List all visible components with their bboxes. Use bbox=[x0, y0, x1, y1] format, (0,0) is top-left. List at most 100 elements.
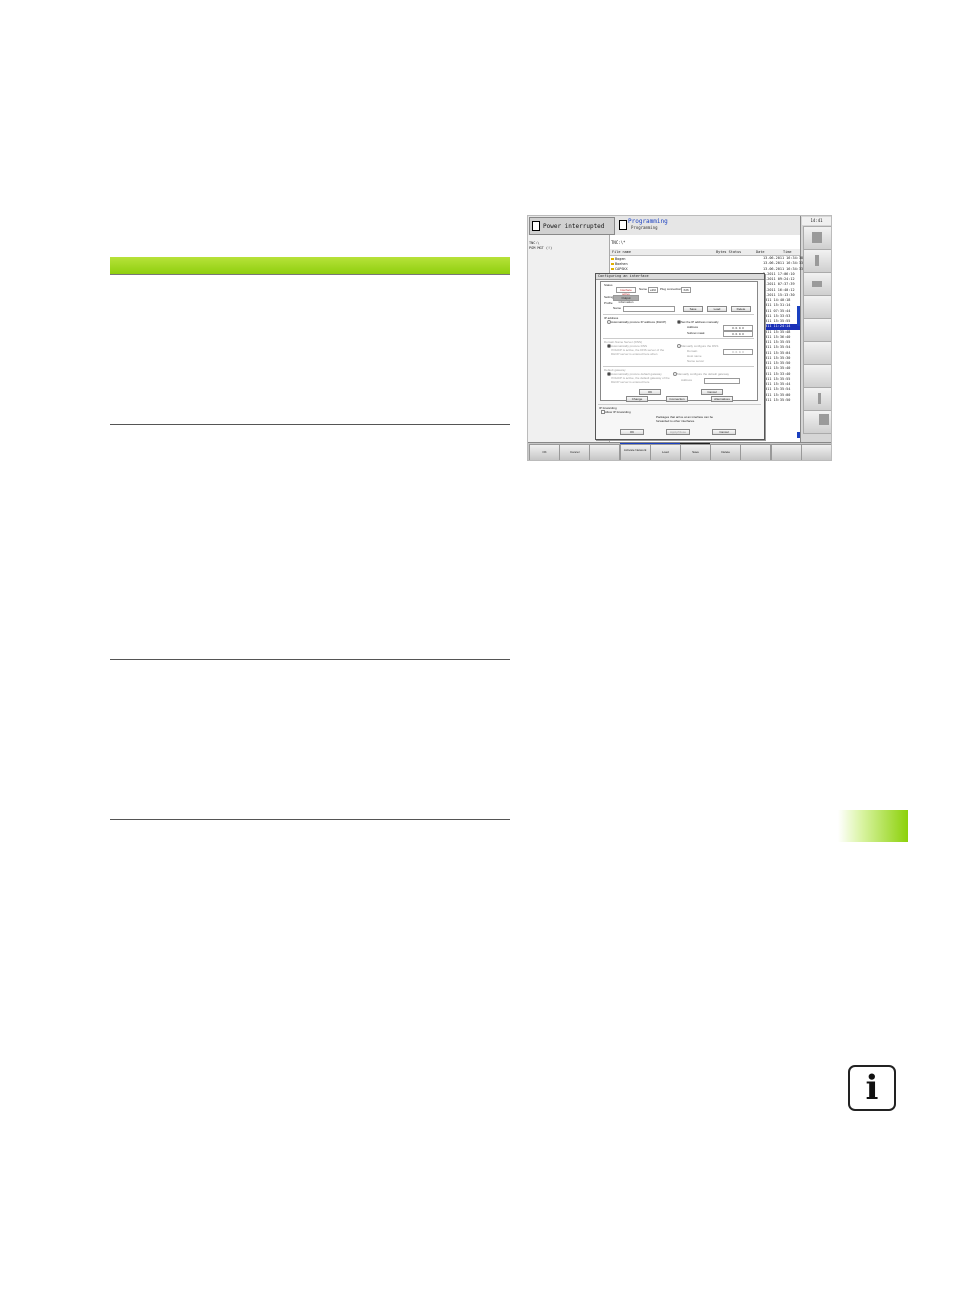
alternatives-button[interactable]: Alternatives bbox=[711, 396, 733, 402]
dns-server-input[interactable]: 0. 0. 0. 0 bbox=[723, 349, 753, 355]
softkey-bar: OK Cancel Activate Network Load Save Delete bbox=[528, 442, 831, 460]
gateway-address-input[interactable] bbox=[704, 378, 740, 384]
softkey-9[interactable] bbox=[770, 444, 802, 460]
file-date-cell[interactable]: 2011 15:35:50 bbox=[762, 398, 800, 403]
side-softkey-7[interactable] bbox=[803, 364, 831, 388]
side-softkey-4[interactable] bbox=[803, 295, 831, 319]
group-divider bbox=[603, 366, 754, 367]
folder-row[interactable]: CAPSKX bbox=[611, 267, 628, 272]
col-bytes-status[interactable]: Bytes Status bbox=[716, 250, 741, 254]
vertical-softkey-bar: 14:41 bbox=[800, 216, 831, 442]
ip-forwarding-note: Packages that arrive at an interface can… bbox=[656, 415, 714, 423]
ip-manual-label: Set the IP address manually bbox=[681, 320, 719, 324]
profile-delete-button[interactable]: Delete bbox=[731, 306, 751, 312]
profile-label: Profile bbox=[604, 301, 613, 305]
programming-mode-sub: Programming bbox=[631, 225, 658, 230]
softkey-4[interactable]: Activate Network bbox=[619, 444, 651, 460]
subnet-input[interactable]: 0. 0. 0. 0 bbox=[723, 331, 753, 337]
side-softkey-1[interactable] bbox=[803, 226, 831, 250]
mode-header: Power interrupted Programming Programmin… bbox=[528, 216, 800, 236]
side-softkey-6[interactable] bbox=[803, 341, 831, 365]
softkey-7[interactable]: Delete bbox=[710, 444, 742, 460]
scrollbar-thumb[interactable] bbox=[797, 306, 800, 326]
profile-name-input[interactable] bbox=[623, 306, 675, 312]
folder-name: CAPSKX bbox=[615, 267, 628, 271]
status-field: Interface active bbox=[616, 287, 636, 296]
machine-icon bbox=[812, 232, 822, 243]
programming-mode[interactable]: Programming Programming bbox=[618, 217, 738, 233]
folder-icon bbox=[611, 267, 614, 270]
table-row-divider bbox=[110, 819, 510, 820]
info-icon: i bbox=[848, 1065, 896, 1111]
scrollbar-indicator[interactable] bbox=[797, 432, 800, 438]
col-file-name[interactable]: File name bbox=[612, 250, 631, 254]
folder-list: Bogen Boehen CAPSKX bbox=[611, 257, 628, 272]
ip-auto-label: Automatically procure IP address (DHCP) bbox=[611, 320, 667, 324]
programming-mode-icon bbox=[619, 220, 627, 230]
profile-name-label: Name bbox=[613, 306, 622, 310]
file-date-cell[interactable]: 5-2011 07:37:39 bbox=[762, 282, 800, 287]
section-header-bar bbox=[110, 257, 510, 275]
plug-field[interactable]: X26 bbox=[681, 287, 691, 293]
gateway-address-label: Address bbox=[681, 378, 693, 382]
dialog-apply-button[interactable]: Apply/Close bbox=[666, 429, 690, 435]
dns-manual-label: Manually configure the DNS bbox=[681, 344, 719, 348]
axis-icon bbox=[812, 281, 822, 287]
folder-name: Bogen bbox=[615, 257, 626, 261]
dialog-title: Configuring an interface bbox=[598, 274, 649, 278]
dialog-ok-button[interactable]: OK bbox=[620, 429, 644, 435]
table-row-divider bbox=[110, 659, 510, 660]
side-softkey-2[interactable] bbox=[803, 249, 831, 273]
programming-mode-title: Programming bbox=[628, 218, 668, 225]
softkey-3[interactable] bbox=[589, 444, 621, 460]
profile-load-button[interactable]: Load bbox=[707, 306, 727, 312]
col-date[interactable]: Date bbox=[756, 250, 764, 254]
inner-ok-button[interactable]: OK bbox=[639, 389, 661, 395]
profile-save-button[interactable]: Save bbox=[683, 306, 703, 312]
softkey-5[interactable]: Load bbox=[649, 444, 681, 460]
side-softkey-3[interactable] bbox=[803, 272, 831, 296]
folder-icon bbox=[611, 262, 614, 265]
softkey-highlight bbox=[649, 443, 680, 444]
machine-mode-label: Power interrupted bbox=[543, 222, 605, 230]
side-softkey-9[interactable] bbox=[803, 410, 831, 434]
folder-name: Boehen bbox=[615, 262, 628, 266]
current-path: TNC:\* bbox=[611, 240, 626, 245]
folder-icon bbox=[611, 257, 614, 260]
connection-button[interactable]: Connection bbox=[666, 396, 688, 402]
group-divider bbox=[598, 404, 761, 405]
setting-label: Setting bbox=[604, 295, 614, 299]
inner-cancel-button[interactable]: Cancel bbox=[701, 389, 723, 395]
file-date-cell[interactable]: 13-06-2011 16:34:33 bbox=[762, 267, 803, 272]
change-button[interactable]: Change bbox=[626, 396, 648, 402]
tree-item[interactable]: PGM MGT (!) bbox=[529, 246, 552, 250]
tree-drive[interactable]: TNC:\ bbox=[529, 241, 540, 245]
softkey-highlight bbox=[619, 443, 650, 444]
file-date-cell[interactable]: 13-06-2011 16:34:33 bbox=[762, 261, 803, 266]
softkey-1[interactable]: OK bbox=[529, 444, 560, 460]
file-date-column: 13-06-2011 16:34:38 13-06-2011 16:34:33 13… bbox=[762, 256, 803, 403]
dns-domain-label: Domain bbox=[687, 349, 698, 353]
dialog-body: Status Interface active Name eth0 Plug c… bbox=[600, 281, 758, 401]
machine-mode-icon bbox=[532, 221, 540, 231]
softkey-6[interactable]: Save bbox=[680, 444, 711, 460]
softkey-8[interactable] bbox=[740, 444, 772, 460]
configure-interface-dialog: Configuring an interface Status Interfac… bbox=[595, 273, 765, 440]
chapter-tab bbox=[838, 810, 908, 842]
name-field[interactable]: eth0 bbox=[648, 287, 658, 293]
softkey-2[interactable]: Cancel bbox=[559, 444, 591, 460]
override-icon bbox=[819, 414, 829, 425]
gateway-note: If DHCP is active, the default gateway o… bbox=[611, 376, 670, 384]
softkey-10[interactable] bbox=[800, 444, 831, 460]
file-date-cell[interactable]: 5-2011 16:40:12 bbox=[762, 288, 800, 293]
setting-field[interactable]: Output information bbox=[613, 295, 639, 304]
status-label: Status bbox=[604, 283, 613, 287]
col-time[interactable]: Time bbox=[783, 250, 791, 254]
machine-mode[interactable]: Power interrupted bbox=[529, 217, 615, 235]
group-divider bbox=[603, 314, 754, 315]
dns-note: If DHCP is active, the DNS server of the… bbox=[611, 348, 665, 356]
side-softkey-5[interactable] bbox=[803, 318, 831, 342]
side-softkey-8[interactable] bbox=[803, 387, 831, 411]
dialog-cancel-button[interactable]: Cancel bbox=[712, 429, 736, 435]
name-label: Name bbox=[639, 287, 648, 291]
